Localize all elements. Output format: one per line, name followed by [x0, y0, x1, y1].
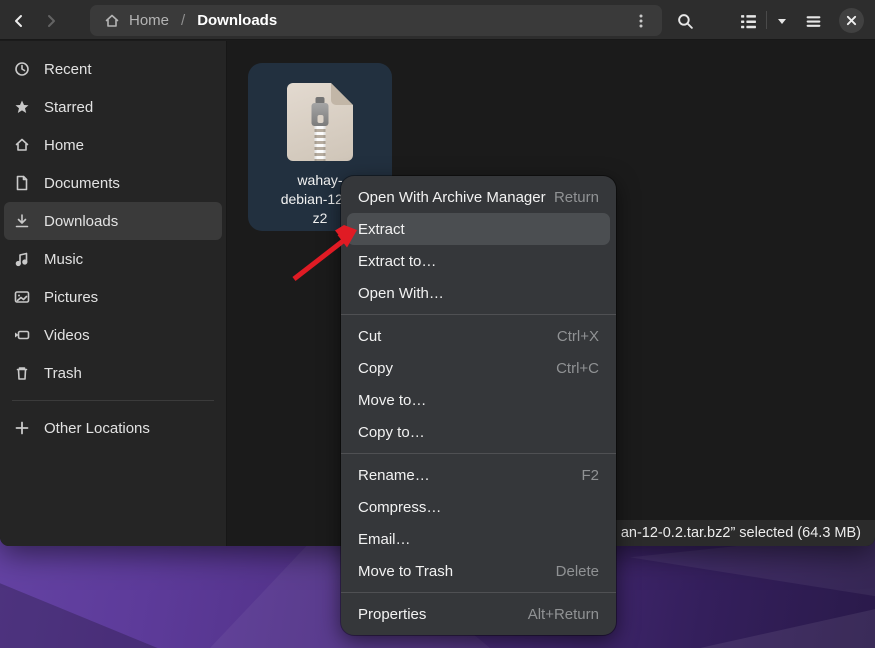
- sidebar-item-label: Recent: [44, 61, 92, 78]
- breadcrumb-current[interactable]: Downloads: [197, 12, 277, 29]
- list-view-icon: [740, 13, 757, 30]
- hamburger-menu-icon: [805, 13, 822, 30]
- back-button[interactable]: [6, 8, 32, 34]
- menu-divider: [341, 314, 616, 315]
- sidebar: Recent Starred Home Documents Downloads: [0, 41, 227, 546]
- menu-item-label: Copy to…: [358, 424, 599, 441]
- trash-icon: [14, 365, 30, 381]
- sidebar-item-other-locations[interactable]: Other Locations: [4, 409, 222, 447]
- selection-status-text: an-12-0.2.tar.bz2” selected (64.3 MB): [621, 525, 861, 541]
- path-menu-button[interactable]: [628, 8, 654, 34]
- menu-item-label: Email…: [358, 531, 599, 548]
- sidebar-item-label: Other Locations: [44, 420, 150, 437]
- menu-item-open-with-archive-manager[interactable]: Open With Archive Manager Return: [347, 181, 610, 213]
- menu-item-copy-to[interactable]: Copy to…: [347, 416, 610, 448]
- sidebar-item-pictures[interactable]: Pictures: [4, 278, 222, 316]
- zipper-slider: [312, 103, 329, 126]
- menu-item-label: Copy: [358, 360, 556, 377]
- sidebar-item-label: Starred: [44, 99, 93, 116]
- screen: Home / Downloads: [0, 0, 875, 648]
- search-button[interactable]: [672, 8, 698, 34]
- menu-item-rename[interactable]: Rename… F2: [347, 459, 610, 491]
- menu-item-cut[interactable]: Cut Ctrl+X: [347, 320, 610, 352]
- breadcrumb-home[interactable]: Home: [129, 12, 169, 29]
- chevron-right-icon: [43, 13, 59, 29]
- sidebar-item-label: Videos: [44, 327, 90, 344]
- music-icon: [14, 251, 30, 267]
- sidebar-item-label: Music: [44, 251, 83, 268]
- window-close-button[interactable]: [839, 8, 864, 33]
- chevron-down-icon: [776, 15, 788, 27]
- close-icon: [846, 15, 857, 26]
- breadcrumb-separator: /: [181, 12, 185, 29]
- list-view-button[interactable]: [735, 8, 761, 34]
- menu-item-label: Open With Archive Manager: [358, 189, 554, 206]
- menu-item-label: Compress…: [358, 499, 599, 516]
- menu-item-move-to-trash[interactable]: Move to Trash Delete: [347, 555, 610, 587]
- documents-icon: [14, 175, 30, 191]
- downloads-icon: [14, 213, 30, 229]
- menu-item-label: Move to…: [358, 392, 599, 409]
- zip-archive-icon: [287, 83, 353, 161]
- menu-item-compress[interactable]: Compress…: [347, 491, 610, 523]
- menu-item-label: Properties: [358, 606, 528, 623]
- sidebar-item-label: Documents: [44, 175, 120, 192]
- menu-item-accel: Ctrl+C: [556, 360, 599, 377]
- menu-item-accel: Alt+Return: [528, 606, 599, 623]
- sidebar-item-label: Downloads: [44, 213, 118, 230]
- sidebar-item-downloads[interactable]: Downloads: [4, 202, 222, 240]
- context-menu: Open With Archive Manager Return Extract…: [341, 176, 616, 635]
- menu-item-label: Extract to…: [358, 253, 599, 270]
- menu-item-extract[interactable]: Extract: [347, 213, 610, 245]
- starred-icon: [14, 99, 30, 115]
- headerbar: Home / Downloads: [0, 0, 875, 40]
- forward-button[interactable]: [38, 8, 64, 34]
- recent-icon: [14, 61, 30, 77]
- menu-item-extract-to[interactable]: Extract to…: [347, 245, 610, 277]
- sidebar-item-label: Pictures: [44, 289, 98, 306]
- menu-item-accel: Ctrl+X: [557, 328, 599, 345]
- sidebar-item-home[interactable]: Home: [4, 126, 222, 164]
- menu-item-email[interactable]: Email…: [347, 523, 610, 555]
- sidebar-item-trash[interactable]: Trash: [4, 354, 222, 392]
- sidebar-item-recent[interactable]: Recent: [4, 50, 222, 88]
- menu-item-move-to[interactable]: Move to…: [347, 384, 610, 416]
- sidebar-item-music[interactable]: Music: [4, 240, 222, 278]
- breadcrumb: Home / Downloads: [90, 5, 662, 36]
- sidebar-item-label: Home: [44, 137, 84, 154]
- videos-icon: [14, 327, 30, 343]
- menu-item-copy[interactable]: Copy Ctrl+C: [347, 352, 610, 384]
- search-icon: [677, 13, 694, 30]
- sidebar-item-videos[interactable]: Videos: [4, 316, 222, 354]
- sidebar-item-documents[interactable]: Documents: [4, 164, 222, 202]
- menu-item-label: Extract: [358, 221, 599, 238]
- home-icon: [104, 13, 120, 29]
- plus-icon: [14, 420, 30, 436]
- menu-item-label: Cut: [358, 328, 557, 345]
- paper-fold: [331, 83, 353, 105]
- home-icon: [14, 137, 30, 153]
- kebab-menu-icon: [633, 13, 649, 29]
- pictures-icon: [14, 289, 30, 305]
- menu-divider: [341, 592, 616, 593]
- menu-item-label: Open With…: [358, 285, 599, 302]
- view-options-dropdown[interactable]: [769, 8, 795, 34]
- menu-item-accel: Delete: [556, 563, 599, 580]
- menu-item-label: Rename…: [358, 467, 581, 484]
- zipper-teeth: [315, 126, 326, 161]
- main-menu-button[interactable]: [800, 8, 826, 34]
- menu-item-open-with[interactable]: Open With…: [347, 277, 610, 309]
- menu-item-accel: F2: [581, 467, 599, 484]
- menu-item-properties[interactable]: Properties Alt+Return: [347, 598, 610, 630]
- chevron-left-icon: [11, 13, 27, 29]
- sidebar-item-starred[interactable]: Starred: [4, 88, 222, 126]
- menu-item-label: Move to Trash: [358, 563, 556, 580]
- menu-divider: [341, 453, 616, 454]
- menu-item-accel: Return: [554, 189, 599, 206]
- view-split-divider: [766, 11, 767, 29]
- sidebar-divider: [12, 400, 214, 401]
- sidebar-item-label: Trash: [44, 365, 82, 382]
